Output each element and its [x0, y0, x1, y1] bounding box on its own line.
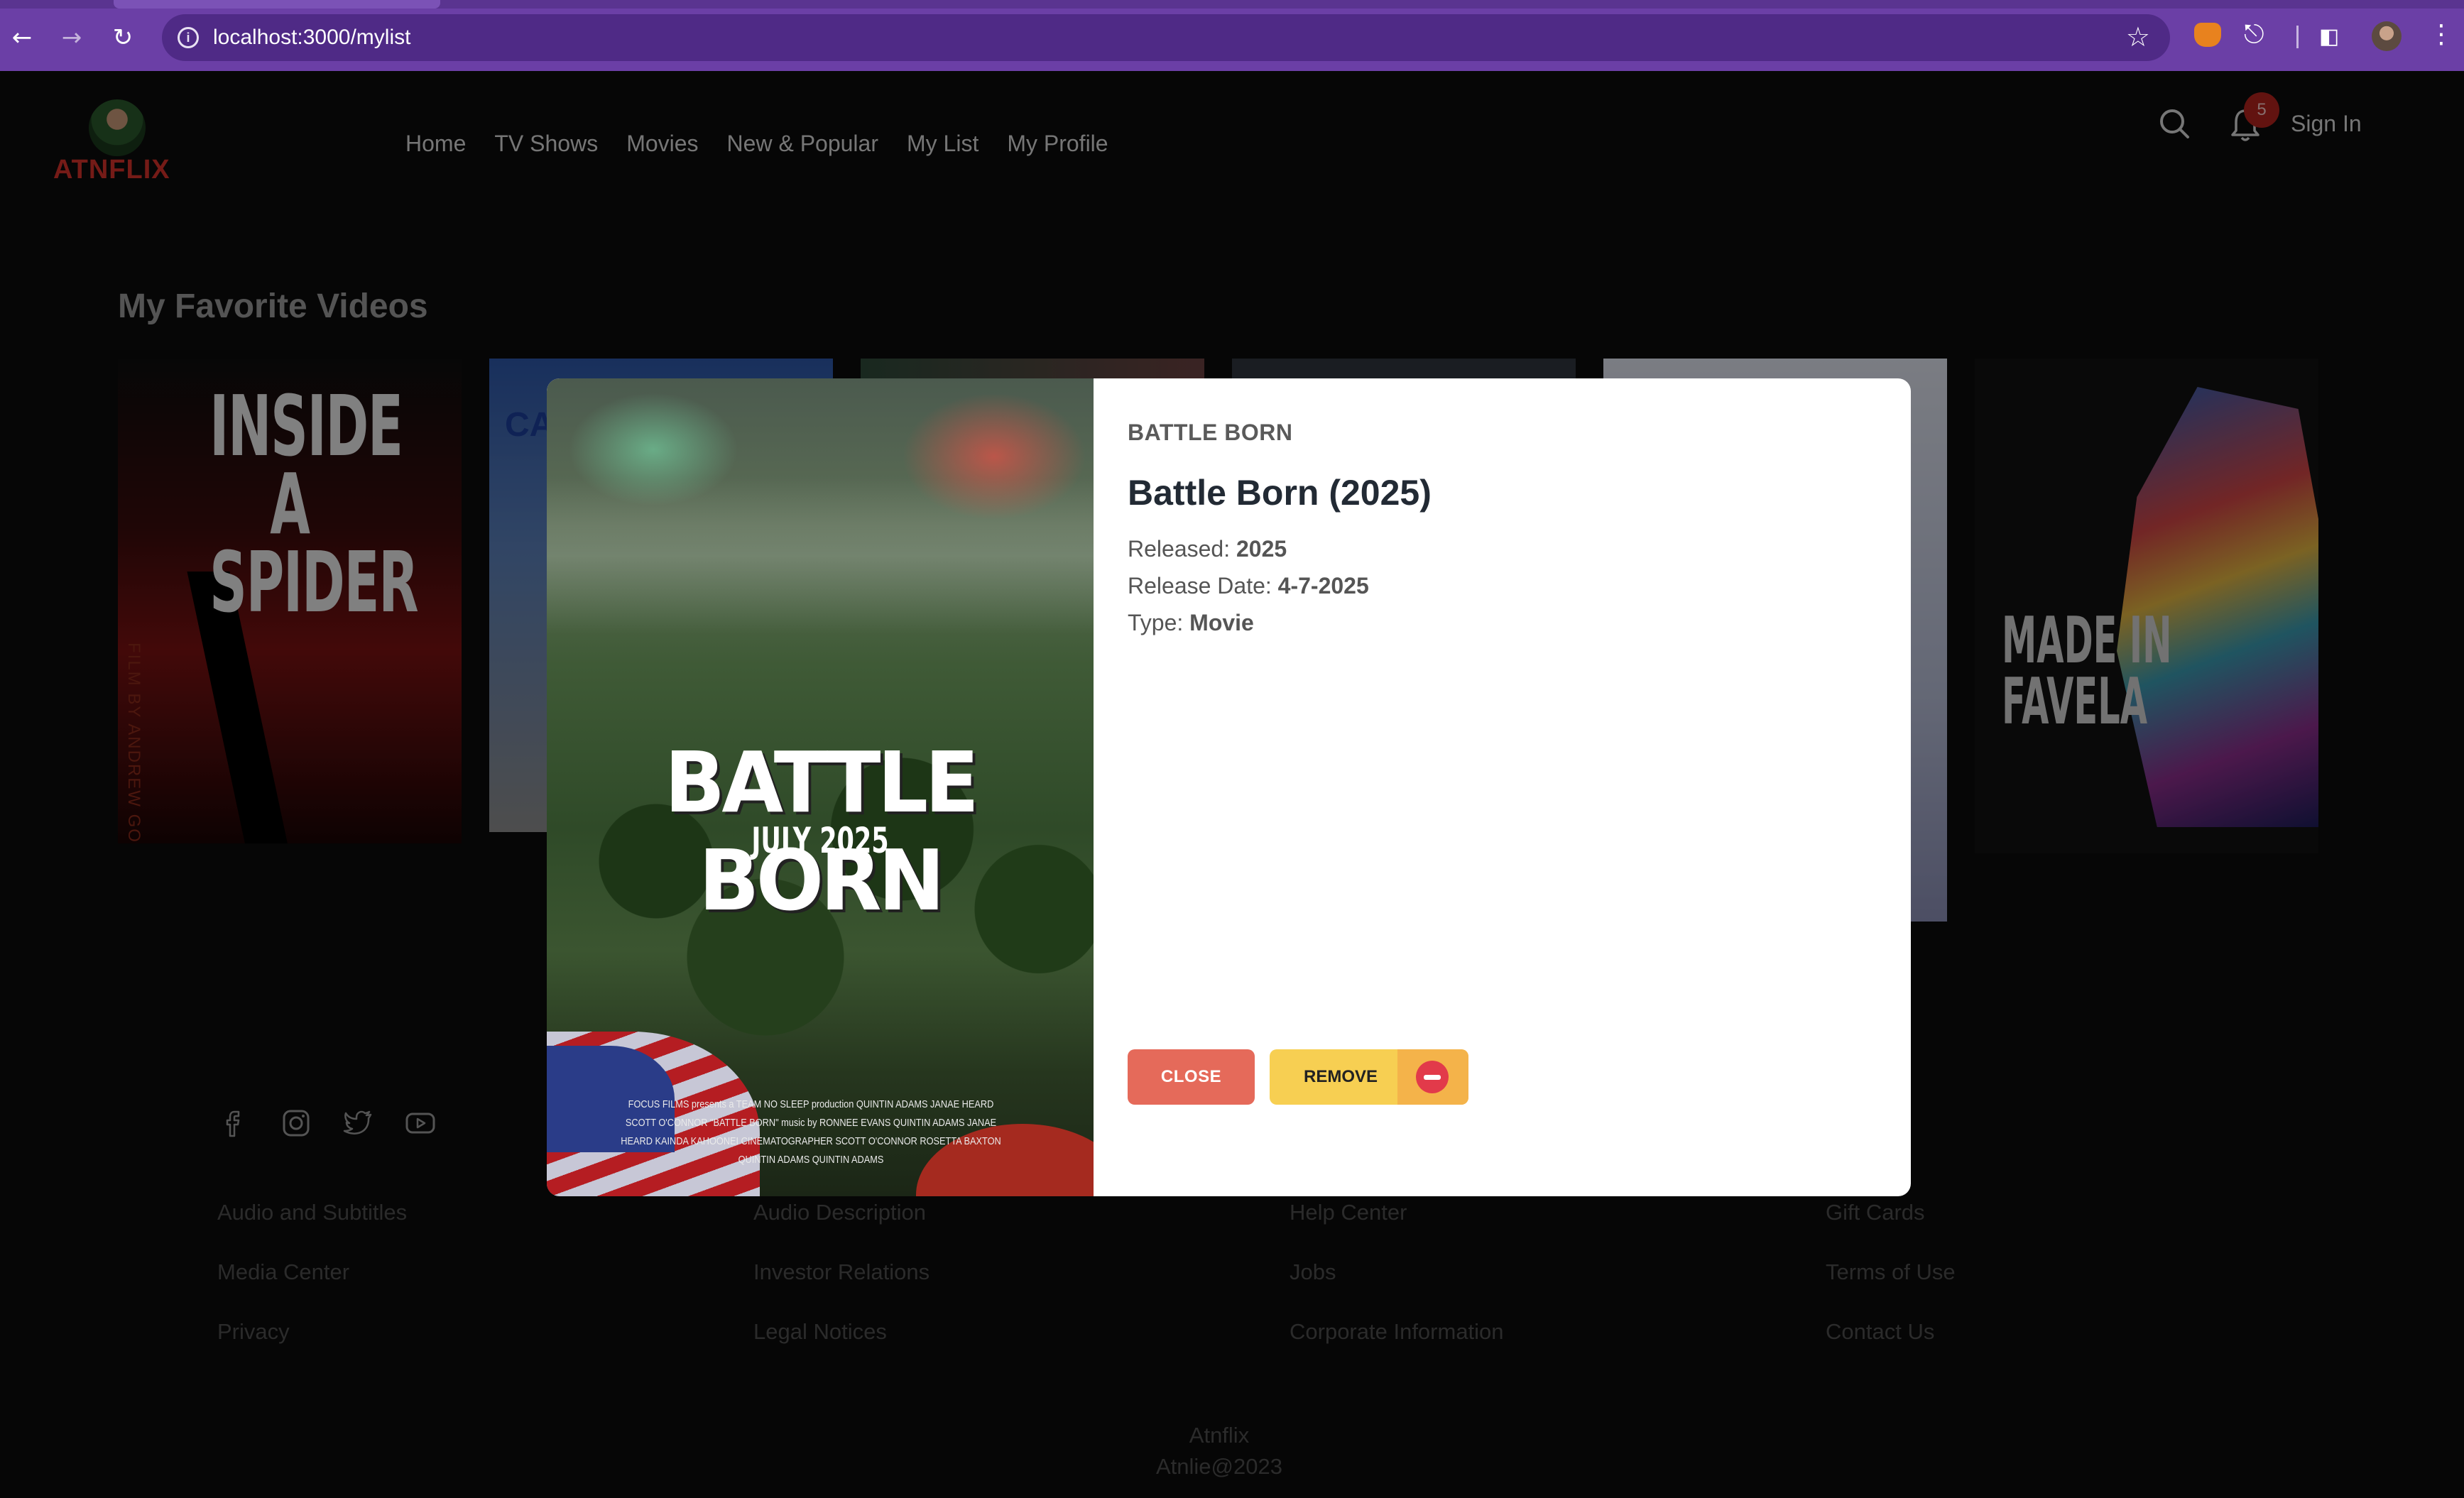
video-detail-modal: BATTLE BORN JULY 2025 FOCUS FILMS presen… — [547, 378, 1911, 1196]
remove-button-icon-area — [1397, 1049, 1468, 1105]
modal-body: BATTLE BORN Battle Born (2025) Released:… — [1128, 378, 1880, 1196]
reload-icon[interactable]: ↻ — [107, 21, 139, 54]
browser-menu-icon[interactable]: ⋮ — [2428, 20, 2454, 49]
modal-eyebrow: BATTLE BORN — [1128, 420, 1293, 445]
type-row: Type: Movie — [1128, 610, 1254, 636]
arrow-left-icon[interactable]: ← — [6, 21, 38, 54]
minus-circle-icon — [1416, 1061, 1449, 1093]
remove-button-label: REMOVE — [1304, 1067, 1378, 1086]
type-label: Type: — [1128, 610, 1190, 635]
extensions-puzzle-icon[interactable]: ⎋ — [2244, 20, 2264, 50]
metamask-extension-icon[interactable] — [2194, 23, 2221, 47]
poster-graphic — [568, 393, 738, 506]
released-row: Released: 2025 — [1128, 536, 1287, 562]
release-date-row: Release Date: 4-7-2025 — [1128, 573, 1369, 599]
released-label: Released: — [1128, 536, 1236, 562]
remove-button[interactable]: REMOVE — [1270, 1049, 1468, 1105]
bookmark-star-icon[interactable]: ☆ — [2126, 21, 2150, 53]
modal-poster-date: JULY 2025 — [751, 820, 889, 861]
release-date-label: Release Date: — [1128, 573, 1278, 598]
browser-toolbar: ← → ↻ i localhost:3000/mylist ☆ ⎋ ◧ ⋮ — [0, 0, 2464, 71]
arrow-right-icon[interactable]: → — [55, 21, 88, 54]
address-bar[interactable]: i localhost:3000/mylist ☆ — [162, 14, 2170, 61]
modal-poster: BATTLE BORN JULY 2025 FOCUS FILMS presen… — [547, 378, 1094, 1196]
browser-active-tab[interactable] — [114, 0, 440, 9]
toolbar-divider — [2296, 26, 2299, 48]
browser-profile-avatar[interactable] — [2372, 21, 2402, 51]
type-value: Movie — [1189, 610, 1254, 635]
site-info-icon[interactable]: i — [178, 27, 199, 48]
close-button[interactable]: CLOSE — [1128, 1049, 1255, 1105]
modal-poster-credits: FOCUS FILMS presents a TEAM NO SLEEP pro… — [621, 1098, 1001, 1166]
side-panel-icon[interactable]: ◧ — [2319, 24, 2339, 49]
modal-title: Battle Born (2025) — [1128, 473, 1432, 513]
release-date-value: 4-7-2025 — [1277, 573, 1369, 598]
released-value: 2025 — [1236, 536, 1287, 562]
poster-graphic — [902, 393, 1086, 520]
url-text[interactable]: localhost:3000/mylist — [213, 26, 410, 50]
